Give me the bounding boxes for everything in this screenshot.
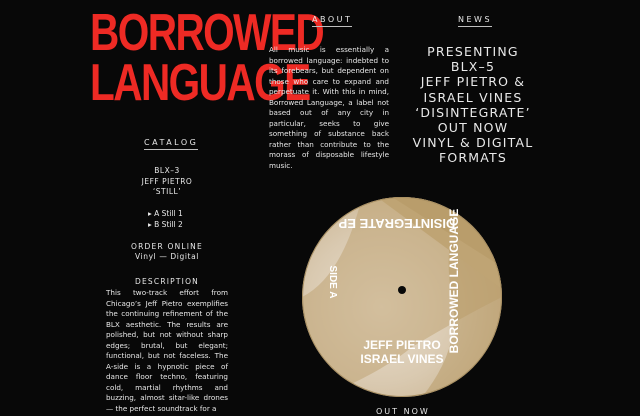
news-announcement[interactable]: PRESENTING BLX–5 JEFF PIETRO & ISRAEL VI… <box>410 44 536 166</box>
track-item[interactable]: ▸ A Still 1 <box>148 208 183 219</box>
record-title-text: DISINTEGRATE EP <box>338 216 455 231</box>
release-info: BLX–3 JEFF PIETRO ‘STILL’ <box>100 166 234 198</box>
play-icon[interactable]: ▸ <box>148 209 152 218</box>
about-heading[interactable]: ABOUT <box>312 15 353 27</box>
order-section: ORDER ONLINE Vinyl — Digital <box>100 242 234 262</box>
news-heading[interactable]: NEWS <box>458 15 493 27</box>
track-label: B Still 2 <box>154 220 183 229</box>
record-artist-2: ISRAEL VINES <box>360 352 443 366</box>
vinyl-record-image: DISINTEGRATE EP BORROWED LANGUAGE SIDE A… <box>302 197 502 397</box>
spindle-hole <box>398 286 406 294</box>
news-line: PRESENTING <box>427 44 519 59</box>
news-line: ISRAEL VINES <box>423 89 523 105</box>
track-label: A Still 1 <box>154 209 183 218</box>
news-line: ‘DISINTEGRATE’ <box>415 104 531 120</box>
news-line: OUT NOW <box>437 120 509 136</box>
news-line: VINYL & DIGITAL <box>412 135 534 151</box>
description-heading: DESCRIPTION <box>135 277 199 286</box>
news-line: BLX–5 <box>450 59 496 75</box>
record-side-text: SIDE A <box>327 266 338 299</box>
news-line: FORMATS <box>438 150 508 166</box>
description-text: This two-track effort from Chicago’s Jef… <box>106 288 228 413</box>
order-online-label: ORDER ONLINE <box>131 242 203 251</box>
release-artist: JEFF PIETRO <box>141 176 193 186</box>
about-text: All music is essentially a borrowed lang… <box>269 45 389 170</box>
record-artist-1: JEFF PIETRO <box>363 338 440 352</box>
record-label-art: DISINTEGRATE EP BORROWED LANGUAGE SIDE A… <box>302 197 502 397</box>
news-line: JEFF PIETRO & <box>420 74 526 90</box>
track-item[interactable]: ▸ B Still 2 <box>148 219 183 230</box>
release-title: ‘STILL’ <box>152 187 182 196</box>
play-icon[interactable]: ▸ <box>148 220 152 229</box>
order-formats-link[interactable]: Vinyl — Digital <box>100 252 234 262</box>
record-label-text: BORROWED LANGUAGE <box>447 209 461 354</box>
catalog-heading[interactable]: CATALOG <box>144 138 199 150</box>
track-list: ▸ A Still 1 ▸ B Still 2 <box>148 208 183 230</box>
release-code: BLX–3 <box>154 166 180 175</box>
